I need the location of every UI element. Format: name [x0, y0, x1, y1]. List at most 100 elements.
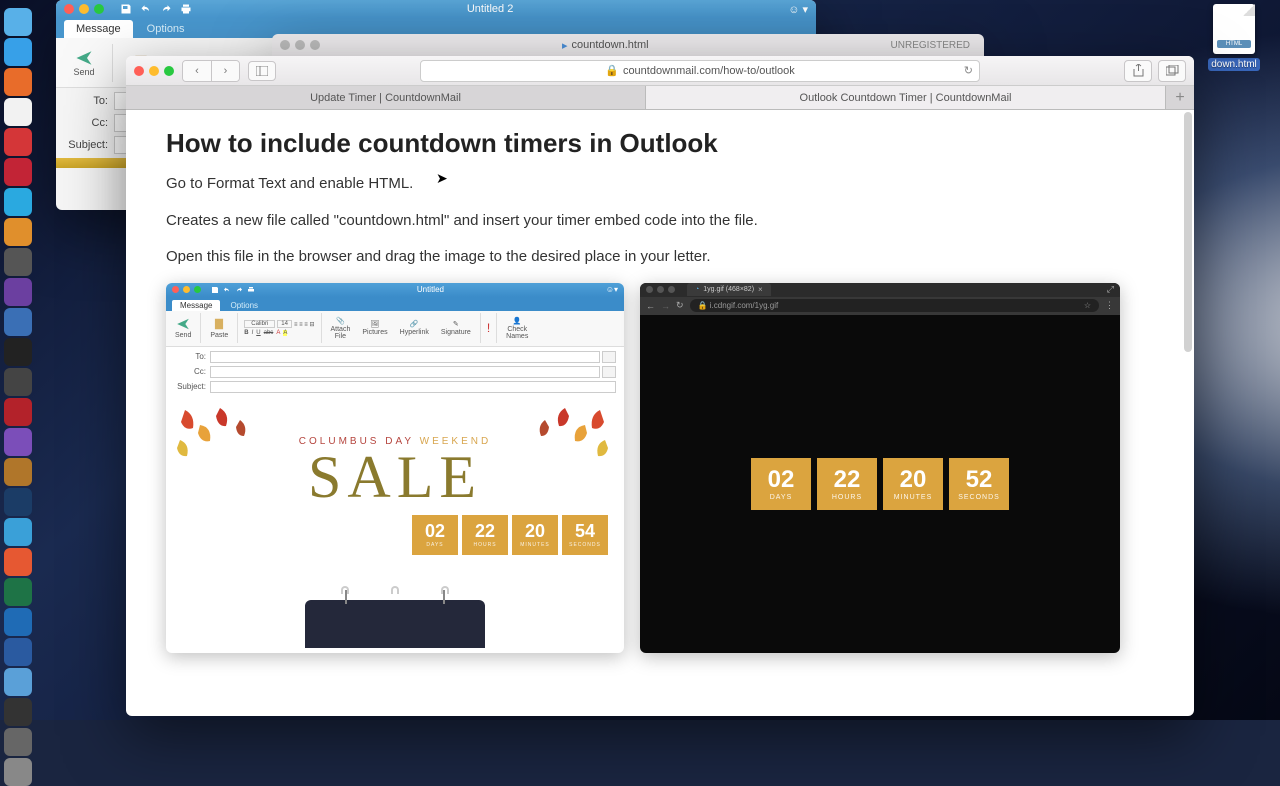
- check-names: 👤Check Names: [503, 317, 531, 340]
- minimize-icon[interactable]: [149, 66, 159, 76]
- dock-skype[interactable]: [4, 188, 32, 216]
- document-icon: ▸: [562, 39, 568, 52]
- lock-icon: 🔒: [605, 64, 619, 77]
- desktop-file-label: down.html: [1208, 58, 1260, 71]
- forward-button[interactable]: ›: [211, 61, 239, 81]
- maximize-icon[interactable]: [310, 40, 320, 50]
- priority-icon: !: [487, 321, 490, 335]
- sync-icon: ☺▾: [606, 285, 618, 294]
- dock-app2[interactable]: [4, 368, 32, 396]
- outlook-traffic-lights[interactable]: [64, 4, 104, 14]
- dock-filezilla[interactable]: [4, 398, 32, 426]
- send-button: Send: [172, 317, 194, 339]
- dock-app7[interactable]: [4, 728, 32, 756]
- share-icon: [1133, 64, 1144, 77]
- close-icon[interactable]: [280, 40, 290, 50]
- dock-app3[interactable]: [4, 458, 32, 486]
- save-icon[interactable]: [120, 3, 132, 15]
- maximize-icon: [194, 286, 201, 293]
- tab-update-timer[interactable]: Update Timer | CountdownMail: [126, 86, 646, 109]
- dock-yandex[interactable]: [4, 128, 32, 156]
- url-text: countdownmail.com/how-to/outlook: [623, 65, 795, 77]
- unregistered-badge: UNREGISTERED: [891, 40, 976, 51]
- print-icon[interactable]: [180, 3, 192, 15]
- paragraph-2: Creates a new file called "countdown.htm…: [166, 210, 1154, 233]
- shopping-bag-icon: [305, 600, 485, 648]
- macos-dock: [4, 8, 36, 786]
- back-button[interactable]: ‹: [183, 61, 211, 81]
- address-bar[interactable]: 🔒 countdownmail.com/how-to/outlook ↻: [420, 60, 980, 82]
- tab-options[interactable]: Options: [135, 20, 197, 38]
- countdown-small: 02DAYS 22HOURS 20MINUTES 54SECONDS: [170, 515, 620, 555]
- undo-icon[interactable]: [140, 3, 152, 15]
- sidebar-toggle[interactable]: [248, 61, 276, 81]
- tabs-icon: [1166, 65, 1179, 76]
- screenshots-row: Untitled ☺▾ Message Options Send Paste C…: [166, 283, 1154, 653]
- dock-finder[interactable]: [4, 8, 32, 36]
- dock-app6[interactable]: [4, 698, 32, 726]
- dock-phpstorm[interactable]: [4, 278, 32, 306]
- tab-outlook-countdown[interactable]: Outlook Countdown Timer | CountdownMail: [646, 86, 1166, 109]
- attach-file: 📎Attach File: [328, 317, 354, 340]
- autumn-leaves-right-icon: [500, 400, 620, 490]
- dock-word[interactable]: [4, 638, 32, 666]
- undo-icon: [223, 286, 231, 294]
- dock-app8[interactable]: [4, 758, 32, 786]
- dock-settings[interactable]: [4, 248, 32, 276]
- new-tab-button[interactable]: +: [1166, 86, 1194, 109]
- close-icon: [172, 286, 179, 293]
- dock-photoshop[interactable]: [4, 488, 32, 516]
- tab-close-icon: ×: [758, 285, 763, 294]
- safari-traffic-lights[interactable]: [134, 66, 174, 76]
- signature: ✎Signature: [438, 320, 474, 336]
- page-heading: How to include countdown timers in Outlo…: [166, 128, 1154, 159]
- maximize-icon[interactable]: [164, 66, 174, 76]
- share-button[interactable]: [1124, 60, 1152, 82]
- dock-app5[interactable]: [4, 668, 32, 696]
- sidebar-icon: [256, 66, 268, 76]
- dock-firefox[interactable]: [4, 68, 32, 96]
- back-icon: ←: [646, 301, 655, 311]
- save-icon: [211, 286, 219, 294]
- dock-chrome[interactable]: [4, 98, 32, 126]
- dock-outlook-dock[interactable]: [4, 608, 32, 636]
- dock-telegram[interactable]: [4, 518, 32, 546]
- close-icon[interactable]: [64, 4, 74, 14]
- dock-app4[interactable]: [4, 548, 32, 576]
- editor-traffic-lights[interactable]: [280, 40, 320, 50]
- autumn-leaves-left-icon: [170, 400, 290, 490]
- minimize-icon[interactable]: [295, 40, 305, 50]
- email-body-sale: COLUMBUS DAY WEEKEND SALE 02DAYS 22HOURS…: [170, 400, 620, 648]
- dock-viber[interactable]: [4, 428, 32, 456]
- tabs-button[interactable]: [1158, 60, 1186, 82]
- forward-icon: →: [661, 301, 670, 311]
- outlook-titlebar: Untitled 2 ☺ ▾: [56, 0, 816, 18]
- maximize-icon[interactable]: [94, 4, 104, 14]
- tab-message[interactable]: Message: [64, 20, 133, 38]
- countdown-large: 02DAYS 22HOURS 20MINUTES 52SECONDS: [751, 458, 1009, 510]
- safari-window: ‹ › 🔒 countdownmail.com/how-to/outlook ↻…: [126, 56, 1194, 716]
- reload-icon[interactable]: ↻: [964, 64, 973, 77]
- send-button[interactable]: Send: [64, 43, 104, 83]
- pictures: 🖼Pictures: [359, 320, 390, 336]
- dock-safari[interactable]: [4, 38, 32, 66]
- scrollbar[interactable]: [1184, 112, 1192, 352]
- safari-tab-bar: Update Timer | CountdownMail Outlook Cou…: [126, 86, 1194, 110]
- maximize-icon: [668, 286, 675, 293]
- redo-icon[interactable]: [160, 3, 172, 15]
- desktop-file-countdown-html[interactable]: HTML down.html: [1206, 4, 1262, 72]
- editor-title: ▸ countdown.html: [326, 39, 885, 52]
- dock-sublime[interactable]: [4, 218, 32, 246]
- embedded-outlook-screenshot: Untitled ☺▾ Message Options Send Paste C…: [166, 283, 624, 653]
- paragraph-1: Go to Format Text and enable HTML.: [166, 173, 1154, 196]
- minimize-icon[interactable]: [79, 4, 89, 14]
- print-icon: [247, 286, 255, 294]
- to-label: To:: [66, 95, 114, 107]
- outlook-sync-icon[interactable]: ☺ ▾: [788, 3, 808, 16]
- dock-excel[interactable]: [4, 578, 32, 606]
- embedded-chrome-screenshot: ◔1yg.gif (468×82)× ⤢ ← → ↻ 🔒 i.cdngif.co…: [640, 283, 1120, 653]
- dock-app1[interactable]: [4, 308, 32, 336]
- dock-terminal[interactable]: [4, 338, 32, 366]
- close-icon[interactable]: [134, 66, 144, 76]
- dock-opera[interactable]: [4, 158, 32, 186]
